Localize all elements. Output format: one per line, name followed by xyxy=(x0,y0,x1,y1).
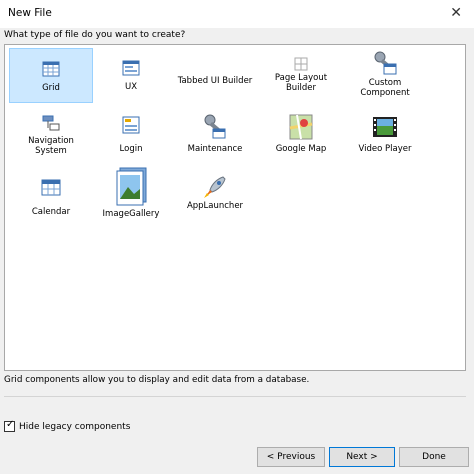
login-icon xyxy=(122,116,140,134)
tile-label: Page Layout Builder xyxy=(274,73,328,93)
tile-ux[interactable]: UX xyxy=(89,48,173,103)
description-text: Grid components allow you to display and… xyxy=(4,375,310,385)
tile-grid[interactable]: Grid xyxy=(9,48,93,103)
checkmark-icon: ✓ xyxy=(6,419,15,430)
tile-label: Custom Component xyxy=(360,78,410,98)
google-map-icon xyxy=(289,114,313,140)
tile-label: Calendar xyxy=(31,207,71,217)
tile-applauncher[interactable]: AppLauncher xyxy=(173,175,257,225)
custom-component-icon xyxy=(374,51,397,75)
tile-google-map[interactable]: Google Map xyxy=(259,112,343,167)
grid-icon xyxy=(42,61,60,77)
tile-label: Navigation System xyxy=(28,136,74,156)
title-bar: New File ✕ xyxy=(0,0,474,28)
app-launcher-icon xyxy=(204,176,226,198)
tile-label: AppLauncher xyxy=(186,201,244,211)
done-button[interactable]: Done xyxy=(399,447,469,467)
tile-tabbed-ui-builder[interactable]: Tabbed UI Builder xyxy=(173,48,257,103)
tile-page-layout-builder[interactable]: Page Layout Builder xyxy=(259,48,343,103)
tile-login[interactable]: Login xyxy=(89,112,173,167)
tile-label: Tabbed UI Builder xyxy=(177,76,253,86)
video-player-icon xyxy=(373,117,397,137)
tile-calendar[interactable]: Calendar xyxy=(9,175,93,225)
tile-label: Maintenance xyxy=(187,144,243,154)
hide-legacy-checkbox[interactable]: ✓ xyxy=(4,419,15,432)
tile-video-player[interactable]: Video Player xyxy=(343,112,427,167)
navigation-icon xyxy=(42,115,60,131)
tile-label: Login xyxy=(119,144,143,154)
tile-label: UX xyxy=(124,82,138,92)
file-type-list: Grid UX Tabbed UI Builder Page Layout Bu… xyxy=(4,44,466,371)
image-gallery-icon xyxy=(116,167,147,206)
divider xyxy=(4,396,466,397)
next-button[interactable]: Next > xyxy=(329,447,395,467)
tile-imagegallery[interactable]: ImageGallery xyxy=(89,165,173,225)
tile-label: Grid xyxy=(42,83,60,93)
calendar-icon xyxy=(41,179,61,196)
window-title: New File xyxy=(8,7,52,19)
ux-icon xyxy=(122,60,140,76)
hide-legacy-label: Hide legacy components xyxy=(19,421,131,432)
hide-legacy-row: ✓ Hide legacy components xyxy=(4,419,131,432)
tile-label: Google Map xyxy=(275,144,327,154)
tile-maintenance[interactable]: Maintenance xyxy=(173,112,257,167)
close-icon[interactable]: ✕ xyxy=(450,5,462,21)
prompt-label: What type of file do you want to create? xyxy=(4,30,186,40)
tile-label: ImageGallery xyxy=(102,209,160,219)
tile-label: Video Player xyxy=(358,144,412,154)
maintenance-icon xyxy=(204,114,226,139)
previous-button[interactable]: < Previous xyxy=(257,447,325,467)
page-layout-icon xyxy=(294,57,308,71)
tile-navigation-system[interactable]: Navigation System xyxy=(9,112,93,167)
tile-custom-component[interactable]: Custom Component xyxy=(343,48,427,103)
